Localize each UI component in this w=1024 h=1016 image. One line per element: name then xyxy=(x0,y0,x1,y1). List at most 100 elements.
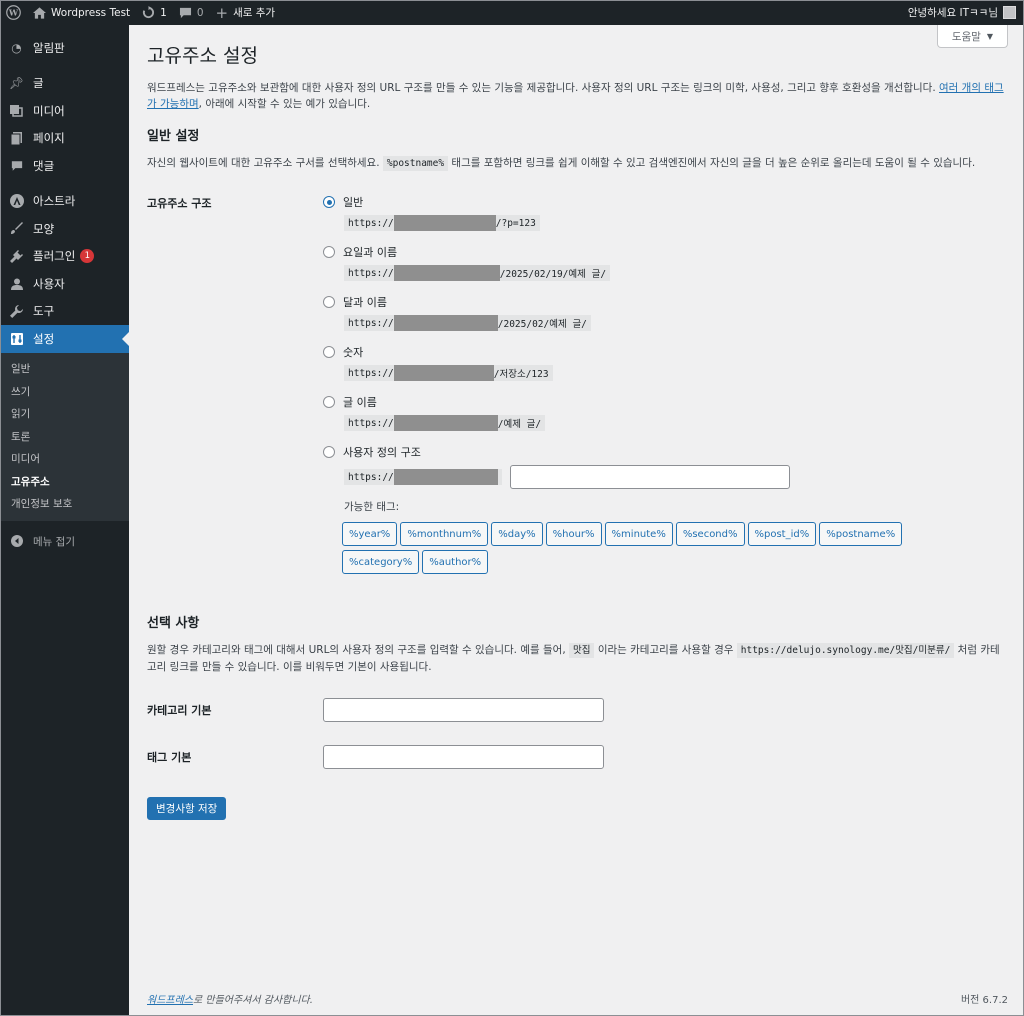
tag-second-button[interactable]: %second% xyxy=(675,522,745,546)
url-suffix: /예제 글/ xyxy=(497,419,542,430)
my-account[interactable]: 안녕하세요 ITㅋㅋ님 xyxy=(902,0,1024,25)
option-custom-url: https:// xyxy=(344,469,502,485)
intro-text-main: 워드프레스는 고유주소와 보관함에 대한 사용자 정의 URL 구조를 만들 수… xyxy=(147,82,939,94)
option-numeric: 숫자 https:// /저장소/123 xyxy=(323,344,982,381)
wordpress-link[interactable]: 워드프레스 xyxy=(147,995,193,1006)
submenu-general[interactable]: 일반 xyxy=(0,358,129,381)
sidebar-item-settings[interactable]: 설정 xyxy=(0,325,129,353)
tag-day-button[interactable]: %day% xyxy=(491,522,543,546)
save-changes-button[interactable]: 변경사항 저장 xyxy=(147,797,227,820)
category-url-example-code: https://delujo.synology.me/맛집/미분류/ xyxy=(736,643,955,658)
comment-icon xyxy=(8,160,25,172)
greeting: 안녕하세요 ITㅋㅋ님 xyxy=(907,7,998,19)
collapse-icon xyxy=(8,535,25,547)
sidebar-item-appearance[interactable]: 모양 xyxy=(0,215,129,243)
wordpress-logo[interactable]: W xyxy=(0,0,27,25)
new-content-link[interactable]: + 새로 추가 xyxy=(210,0,282,25)
available-tags: %year% %monthnum% %day% %hour% %minute% … xyxy=(342,522,982,578)
tag-monthnum-button[interactable]: %monthnum% xyxy=(400,522,489,546)
collapse-menu-label: 메뉴 접기 xyxy=(33,535,75,548)
updates-count: 1 xyxy=(160,6,167,19)
option-plain-label-row[interactable]: 일반 xyxy=(323,194,982,210)
option-month-name-label-row[interactable]: 달과 이름 xyxy=(323,294,982,310)
tag-hour-button[interactable]: %hour% xyxy=(545,522,602,546)
option-plain-radio[interactable] xyxy=(323,196,335,208)
sidebar-item-astra[interactable]: 아스트라 xyxy=(0,188,129,216)
category-base-input[interactable] xyxy=(323,698,604,722)
sidebar-item-label: 미디어 xyxy=(33,103,65,118)
option-post-name-label: 글 이름 xyxy=(343,396,377,409)
submenu-writing[interactable]: 쓰기 xyxy=(0,380,129,403)
comments-link[interactable]: 0 xyxy=(173,0,210,25)
submenu-privacy[interactable]: 개인정보 보호 xyxy=(0,493,129,516)
option-month-name-radio[interactable] xyxy=(323,296,335,308)
submenu-reading[interactable]: 읽기 xyxy=(0,403,129,426)
option-custom-label: 사용자 정의 구조 xyxy=(343,446,421,459)
postname-code: %postname% xyxy=(382,156,449,171)
sidebar-item-pages[interactable]: 페이지 xyxy=(0,125,129,153)
sidebar-item-comments[interactable]: 댓글 xyxy=(0,152,129,180)
option-day-name-radio[interactable] xyxy=(323,246,335,258)
version-text: 버전 6.7.2 xyxy=(960,995,1008,1006)
option-post-name-radio[interactable] xyxy=(323,396,335,408)
url-prefix: https:// xyxy=(348,471,394,483)
sidebar-item-label: 페이지 xyxy=(33,131,65,146)
site-name: Wordpress Test xyxy=(51,6,131,19)
wrench-icon xyxy=(8,304,25,318)
plugin-icon xyxy=(8,249,25,263)
option-plain-label: 일반 xyxy=(343,196,364,209)
dashboard-icon: ◔ xyxy=(11,40,22,55)
sidebar-item-media[interactable]: 미디어 xyxy=(0,97,129,125)
intro-text: 워드프레스는 고유주소와 보관함에 대한 사용자 정의 URL 구조를 만들 수… xyxy=(147,80,1008,112)
option-numeric-label: 숫자 xyxy=(343,346,364,359)
tag-minute-button[interactable]: %minute% xyxy=(604,522,673,546)
sidebar-item-posts[interactable]: 📌︎ 글 xyxy=(0,70,129,98)
sidebar-item-label: 플러그인 xyxy=(33,249,76,264)
page-title: 고유주소 설정 xyxy=(147,45,258,67)
submenu-permalinks[interactable]: 고유주소 xyxy=(0,470,129,493)
submenu-discussion[interactable]: 토론 xyxy=(0,425,129,448)
sidebar-item-users[interactable]: 사용자 xyxy=(0,270,129,298)
wordpress-logo-icon: W xyxy=(6,5,21,20)
common-settings-heading: 일반 설정 xyxy=(147,129,200,144)
sidebar-item-plugins[interactable]: 플러그인 1 xyxy=(0,243,129,271)
option-custom-radio[interactable] xyxy=(323,446,335,458)
common-desc-a: 자신의 웹사이트에 대한 고유주소 구서를 선택하세요. xyxy=(147,157,383,169)
sidebar-item-label: 글 xyxy=(33,76,44,91)
redacted-domain xyxy=(393,469,498,485)
submenu-media[interactable]: 미디어 xyxy=(0,448,129,471)
redacted-domain xyxy=(393,365,494,381)
sidebar-item-dashboard[interactable]: ◔ 알림판 xyxy=(0,34,129,62)
tag-base-row: 태그 기본 xyxy=(147,745,1008,769)
plus-icon: + xyxy=(215,3,229,22)
intro-text-tail: , 아래에 시작할 수 있는 예가 있습니다. xyxy=(198,98,371,110)
sidebar-item-tools[interactable]: 도구 xyxy=(0,298,129,326)
category-example-code: 맛집 xyxy=(569,643,595,658)
redacted-domain xyxy=(393,415,498,431)
tag-post-id-button[interactable]: %post_id% xyxy=(747,522,817,546)
option-custom-label-row[interactable]: 사용자 정의 구조 xyxy=(323,444,982,460)
option-numeric-url: https:// /저장소/123 xyxy=(344,365,553,381)
site-name-link[interactable]: Wordpress Test xyxy=(27,0,136,25)
tag-category-button[interactable]: %category% xyxy=(342,550,420,574)
footer-thanks: 워드프레스로 만들어주셔서 감사합니다. xyxy=(147,991,313,1006)
main-content: 고유주소 설정 워드프레스는 고유주소와 보관함에 대한 사용자 정의 URL … xyxy=(129,25,1024,1016)
custom-structure-input[interactable] xyxy=(509,465,790,489)
common-desc-b: 태그를 포함하면 링크를 쉽게 이해할 수 있고 검색엔진에서 자신의 글을 더… xyxy=(448,157,976,169)
tag-year-button[interactable]: %year% xyxy=(342,522,398,546)
updates-link[interactable]: 1 xyxy=(136,0,173,25)
url-suffix: /?p=123 xyxy=(495,217,536,229)
option-numeric-label-row[interactable]: 숫자 xyxy=(323,344,982,360)
tag-author-button[interactable]: %author% xyxy=(422,550,489,574)
tag-base-input[interactable] xyxy=(323,745,604,769)
brush-icon xyxy=(8,222,25,235)
collapse-menu-button[interactable]: 메뉴 접기 xyxy=(0,527,129,555)
tag-postname-button[interactable]: %postname% xyxy=(819,522,903,546)
option-post-name-label-row[interactable]: 글 이름 xyxy=(323,394,982,410)
option-day-name-label-row[interactable]: 요일과 이름 xyxy=(323,244,982,260)
available-tags-label: 가능한 태그: xyxy=(344,501,400,513)
sidebar-item-label: 알림판 xyxy=(33,40,65,55)
option-numeric-radio[interactable] xyxy=(323,346,335,358)
home-icon xyxy=(33,6,46,19)
url-prefix: https:// xyxy=(348,217,394,229)
